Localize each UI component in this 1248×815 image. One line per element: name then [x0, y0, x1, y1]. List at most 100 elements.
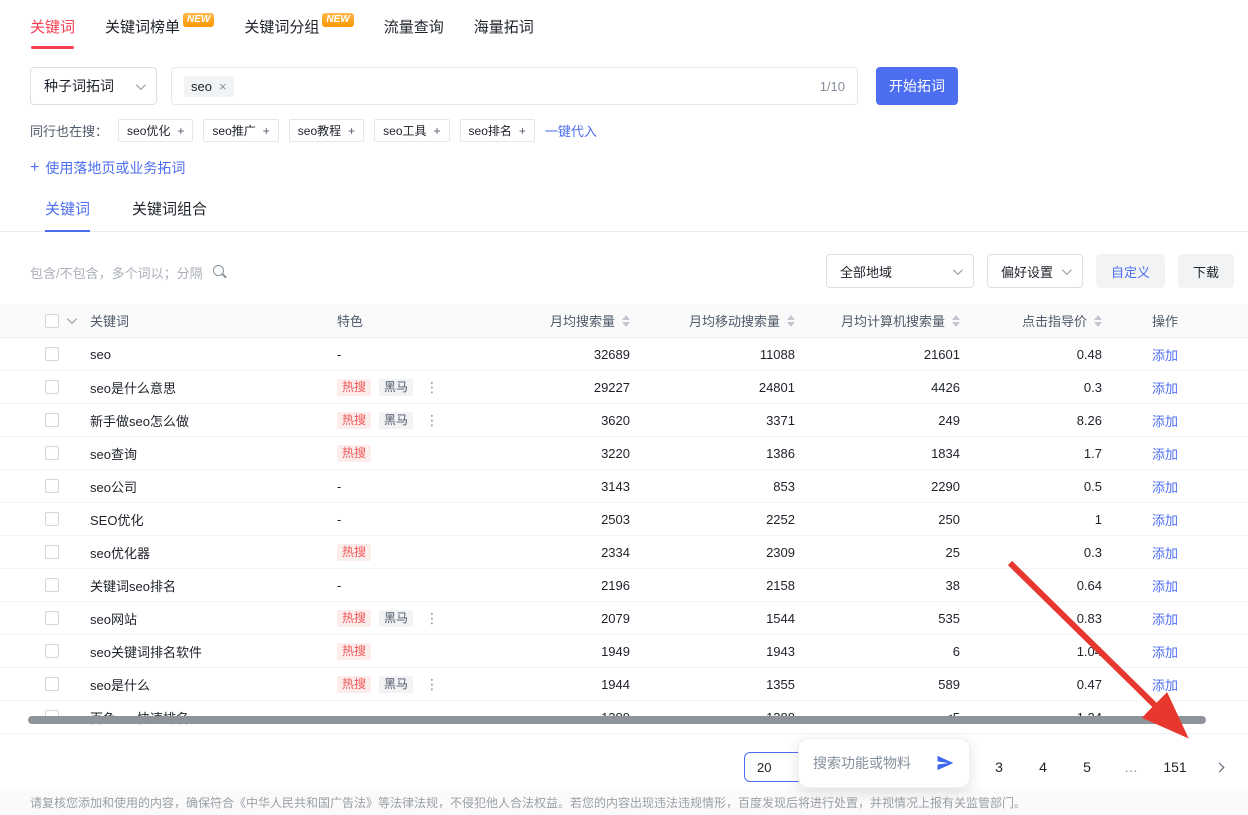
more-icon[interactable]: ⋮ [425, 412, 439, 429]
sort-icon[interactable] [622, 315, 630, 327]
plus-icon: + [30, 159, 39, 177]
seed-counter: 1/10 [820, 79, 845, 94]
table-row: seo公司 - 3143 853 2290 0.5 添加 [0, 470, 1248, 503]
pc-volume: 4426 [803, 380, 968, 395]
table-row: seo查询 热搜 3220 1386 1834 1.7 添加 [0, 437, 1248, 470]
pc-volume: 535 [803, 611, 968, 626]
sort-icon[interactable] [1094, 315, 1102, 327]
pagination-ellipsis[interactable]: … [1116, 752, 1146, 782]
send-icon[interactable] [935, 753, 955, 773]
tab-keyword[interactable]: 关键词 [30, 16, 75, 49]
suggestion-chip[interactable]: seo教程 + [289, 119, 364, 142]
add-link[interactable]: 添加 [1152, 546, 1178, 561]
tab-keywords-result[interactable]: 关键词 [45, 198, 90, 231]
apply-all-link[interactable]: 一键代入 [545, 121, 597, 140]
add-link[interactable]: 添加 [1152, 513, 1178, 528]
sort-icon[interactable] [952, 315, 960, 327]
add-link[interactable]: 添加 [1152, 348, 1178, 363]
more-icon[interactable]: ⋮ [425, 379, 439, 396]
select-all-checkbox[interactable] [45, 314, 59, 328]
suggestion-chip[interactable]: seo优化 + [118, 119, 193, 142]
dark-horse-badge: 黑马 [379, 412, 413, 429]
table-row: seo优化器 热搜 2334 2309 25 0.3 添加 [0, 536, 1248, 569]
more-icon[interactable]: ⋮ [425, 676, 439, 693]
page-3[interactable]: 3 [984, 752, 1014, 782]
hot-badge: 热搜 [337, 445, 371, 462]
tab-keyword-combination[interactable]: 关键词组合 [132, 198, 207, 231]
page-last[interactable]: 151 [1160, 752, 1190, 782]
tab-label: 关键词分组 [244, 16, 319, 37]
tab-label: 关键词 [30, 16, 75, 37]
seed-tag: seo × [184, 76, 234, 97]
compliance-footer: 请复核您添加和使用的内容，确保符合《中华人民共和国广告法》等法律法规，不侵犯他人… [0, 789, 1248, 815]
mobile-volume: 11088 [638, 347, 803, 362]
monthly-volume: 1949 [508, 644, 638, 659]
monthly-volume: 2079 [508, 611, 638, 626]
add-link[interactable]: 添加 [1152, 381, 1178, 396]
seed-word-input[interactable]: seo × 1/10 [171, 67, 858, 105]
pc-volume: 249 [803, 413, 968, 428]
close-icon[interactable]: × [219, 79, 227, 94]
mobile-volume: 1544 [638, 611, 803, 626]
mobile-volume: 3371 [638, 413, 803, 428]
row-checkbox[interactable] [45, 611, 59, 625]
cpc-value: 0.3 [968, 545, 1110, 560]
tab-keyword-grouping[interactable]: 关键词分组 NEW [244, 16, 353, 49]
add-link[interactable]: 添加 [1152, 480, 1178, 495]
row-checkbox[interactable] [45, 512, 59, 526]
suggestion-chip[interactable]: seo排名 + [460, 119, 535, 142]
row-checkbox[interactable] [45, 578, 59, 592]
row-checkbox[interactable] [45, 347, 59, 361]
monthly-volume: 2503 [508, 512, 638, 527]
hot-badge: 热搜 [337, 412, 371, 429]
mobile-volume: 853 [638, 479, 803, 494]
assistant-search-widget[interactable]: 搜索功能或物料 [798, 738, 970, 788]
row-checkbox[interactable] [45, 446, 59, 460]
download-button[interactable]: 下载 [1178, 254, 1234, 288]
sort-icon[interactable] [787, 315, 795, 327]
filter-bar: 包含/不包含，多个词以；分隔 全部地域 偏好设置 自定义 下载 [30, 254, 1218, 290]
add-link[interactable]: 添加 [1152, 645, 1178, 660]
row-checkbox[interactable] [45, 479, 59, 493]
suggestion-chip[interactable]: seo工具 + [374, 119, 449, 142]
customize-columns-button[interactable]: 自定义 [1096, 254, 1165, 288]
add-link[interactable]: 添加 [1152, 678, 1178, 693]
suggestion-chip[interactable]: seo推广 + [203, 119, 278, 142]
cpc-value: 0.64 [968, 578, 1110, 593]
region-select[interactable]: 全部地域 [826, 254, 974, 288]
row-checkbox[interactable] [45, 677, 59, 691]
monthly-volume: 32689 [508, 347, 638, 362]
table-row: seo关键词排名软件 热搜 1949 1943 6 1.04 添加 [0, 635, 1248, 668]
row-checkbox[interactable] [45, 413, 59, 427]
add-link[interactable]: 添加 [1152, 414, 1178, 429]
add-link[interactable]: 添加 [1152, 579, 1178, 594]
table-header: 关键词 特色 月均搜索量 月均移动搜索量 月均计算机搜索量 点击指导价 操作 [0, 304, 1248, 338]
add-link[interactable]: 添加 [1152, 612, 1178, 627]
horizontal-scrollbar[interactable] [28, 716, 1206, 724]
keyword-filter-input[interactable]: 包含/不包含，多个词以；分隔 [30, 263, 228, 282]
hot-badge: 热搜 [337, 544, 371, 561]
tab-mass-expansion[interactable]: 海量拓词 [474, 16, 534, 49]
chevron-right-icon [1214, 762, 1224, 772]
preference-settings-button[interactable]: 偏好设置 [987, 254, 1083, 288]
next-page-button[interactable] [1204, 752, 1234, 782]
row-checkbox[interactable] [45, 380, 59, 394]
page-5[interactable]: 5 [1072, 752, 1102, 782]
new-badge: NEW [183, 13, 214, 27]
landing-page-expansion-link[interactable]: + 使用落地页或业务拓词 [30, 158, 185, 178]
table-row: SEO优化 - 2503 2252 250 1 添加 [0, 503, 1248, 536]
tab-keyword-ranking[interactable]: 关键词榜单 NEW [105, 16, 214, 49]
add-link[interactable]: 添加 [1152, 447, 1178, 462]
chevron-down-icon[interactable] [67, 314, 77, 324]
row-checkbox[interactable] [45, 545, 59, 559]
page-4[interactable]: 4 [1028, 752, 1058, 782]
new-badge: NEW [322, 13, 353, 27]
table-row: 新手做seo怎么做 热搜 黑马 ⋮ 3620 3371 249 8.26 添加 [0, 404, 1248, 437]
table-row: seo网站 热搜 黑马 ⋮ 2079 1544 535 0.83 添加 [0, 602, 1248, 635]
start-expansion-button[interactable]: 开始拓词 [876, 67, 958, 105]
more-icon[interactable]: ⋮ [425, 610, 439, 627]
tab-traffic-query[interactable]: 流量查询 [384, 16, 444, 49]
keyword-cell: 关键词seo排名 [78, 576, 328, 595]
expansion-mode-select[interactable]: 种子词拓词 [30, 67, 157, 105]
row-checkbox[interactable] [45, 644, 59, 658]
